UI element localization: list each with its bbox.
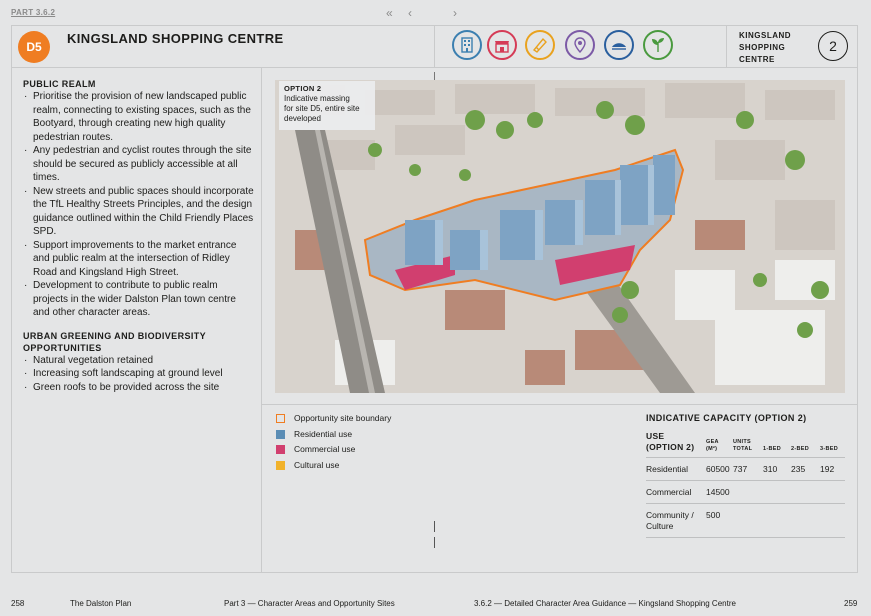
table-cell: 192 bbox=[820, 457, 845, 481]
table-cell bbox=[733, 503, 763, 538]
site-code-badge: D5 bbox=[18, 31, 50, 63]
guidance-column: PUBLIC REALM Prioritise the provision of… bbox=[23, 78, 255, 404]
column-header-gea: GEA (M²) bbox=[706, 439, 719, 452]
table-cell: Community / Culture bbox=[646, 503, 706, 538]
table-row: Community / Culture 500 bbox=[646, 503, 845, 538]
legend-item: Opportunity site boundary bbox=[275, 413, 391, 429]
column-header-1bed: 1-BED bbox=[763, 446, 782, 452]
area-block: KINGSLAND SHOPPING CENTRE 2 bbox=[726, 25, 857, 67]
table-cell: 14500 bbox=[706, 480, 733, 504]
table-cell bbox=[733, 480, 763, 504]
area-name: KINGSLAND SHOPPING CENTRE bbox=[739, 31, 792, 64]
residential-icon bbox=[452, 30, 482, 60]
part-label[interactable]: PART 3.6.2 bbox=[11, 8, 55, 17]
location-icon bbox=[565, 30, 595, 60]
table-cell: 235 bbox=[791, 457, 820, 481]
column-header-use: USE (OPTION 2) bbox=[646, 431, 695, 452]
list-item: Any pedestrian and cyclist routes throug… bbox=[23, 144, 255, 185]
list-item: Prioritise the provision of new landscap… bbox=[23, 90, 255, 144]
table-cell: Residential bbox=[646, 457, 706, 481]
list-item: New streets and public spaces should inc… bbox=[23, 185, 255, 239]
table-cell bbox=[820, 503, 845, 538]
list-item: Development to contribute to public real… bbox=[23, 279, 255, 320]
text-cursor-marks bbox=[434, 521, 435, 548]
public-realm-list: Prioritise the provision of new landscap… bbox=[23, 90, 255, 320]
column-header-2bed: 2-BED bbox=[791, 446, 810, 452]
column-header-3bed: 3-BED bbox=[820, 446, 839, 452]
area-number-badge: 2 bbox=[818, 31, 848, 61]
site-title: KINGSLAND SHOPPING CENTRE bbox=[67, 31, 284, 46]
transport-icon bbox=[604, 30, 634, 60]
table-cell: Commercial bbox=[646, 480, 706, 504]
legend-swatch-residential bbox=[276, 429, 285, 439]
site-header: D5 KINGSLAND SHOPPING CENTRE KINGSLAND S… bbox=[11, 25, 858, 68]
greening-icon bbox=[643, 30, 673, 60]
table-cell bbox=[820, 480, 845, 504]
table-row: Residential 60500 737 310 235 192 bbox=[646, 457, 845, 481]
option-title: OPTION 2 bbox=[284, 84, 322, 93]
table-cell bbox=[763, 503, 791, 538]
capacity-panel: INDICATIVE CAPACITY (OPTION 2) USE (OPTI… bbox=[646, 413, 845, 538]
list-item: Green roofs to be provided across the si… bbox=[23, 381, 255, 395]
column-header-units: UNITS TOTAL bbox=[733, 439, 753, 452]
legend-swatch-boundary bbox=[276, 414, 285, 423]
table-cell bbox=[791, 480, 820, 504]
footer-page-left: 258 bbox=[11, 599, 25, 608]
legend-swatch-cultural bbox=[276, 460, 285, 470]
capacity-title: INDICATIVE CAPACITY (OPTION 2) bbox=[646, 413, 807, 423]
legend-item: Residential use bbox=[275, 429, 391, 445]
option-description: Indicative massing for site D5, entire s… bbox=[284, 94, 360, 123]
option-caption: OPTION 2 Indicative massing for site D5,… bbox=[279, 81, 375, 130]
public-realm-heading: PUBLIC REALM bbox=[23, 79, 96, 89]
footer-plan-name: The Dalston Plan bbox=[70, 599, 132, 608]
table-cell: 737 bbox=[733, 457, 763, 481]
previous-page-button[interactable]: ‹ bbox=[408, 6, 412, 20]
table-cell bbox=[763, 480, 791, 504]
urban-greening-list: Natural vegetation retained Increasing s… bbox=[23, 354, 255, 395]
list-item: Support improvements to the market entra… bbox=[23, 239, 255, 280]
table-cell: 310 bbox=[763, 457, 791, 481]
legend-item: Commercial use bbox=[275, 444, 391, 460]
footer-page-right: 259 bbox=[844, 599, 858, 608]
list-item: Natural vegetation retained bbox=[23, 354, 255, 368]
next-page-button[interactable]: › bbox=[453, 6, 457, 20]
map-legend: Opportunity site boundary Residential us… bbox=[275, 413, 391, 475]
legend-item: Cultural use bbox=[275, 460, 391, 476]
cultural-icon bbox=[525, 30, 555, 60]
column-divider bbox=[261, 68, 262, 573]
footer-part: Part 3 — Character Areas and Opportunity… bbox=[224, 599, 395, 608]
table-row: Commercial 14500 bbox=[646, 480, 845, 504]
row-divider bbox=[262, 404, 858, 405]
table-cell: 60500 bbox=[706, 457, 733, 481]
legend-label: Opportunity site boundary bbox=[294, 413, 392, 423]
urban-greening-heading: URBAN GREENING AND BIODIVERSITY OPPORTUN… bbox=[23, 330, 206, 353]
table-cell bbox=[791, 503, 820, 538]
table-cell: 500 bbox=[706, 503, 733, 538]
commercial-icon bbox=[487, 30, 517, 60]
legend-label: Cultural use bbox=[294, 459, 340, 470]
footer-section: 3.6.2 — Detailed Character Area Guidance… bbox=[474, 599, 736, 608]
legend-label: Residential use bbox=[294, 428, 353, 439]
use-icons bbox=[434, 25, 726, 67]
legend-label: Commercial use bbox=[294, 444, 356, 454]
list-item: Increasing soft landscaping at ground le… bbox=[23, 367, 255, 381]
legend-swatch-commercial bbox=[276, 445, 285, 454]
capacity-table: USE (OPTION 2) GEA (M²) UNITS TOTAL 1-BE… bbox=[646, 431, 845, 538]
first-page-button[interactable]: « bbox=[386, 6, 393, 20]
